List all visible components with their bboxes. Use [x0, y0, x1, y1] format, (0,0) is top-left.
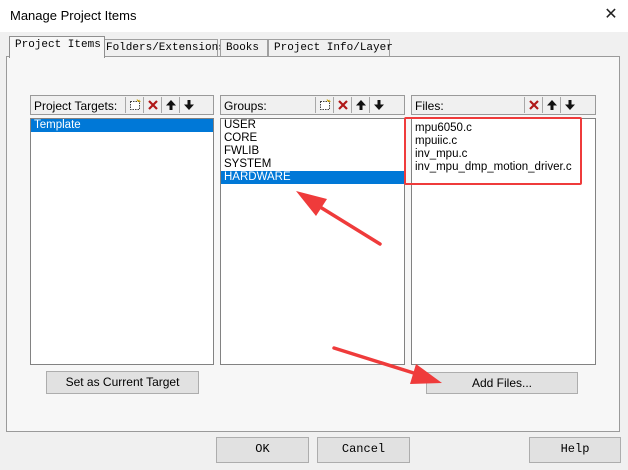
arrow-up-icon — [355, 100, 366, 110]
group-item-hardware[interactable]: HARDWARE — [221, 171, 404, 184]
file-item-mpuiic[interactable]: mpuiic.c — [412, 135, 595, 148]
delete-target-button[interactable] — [143, 97, 161, 113]
new-item-icon — [319, 99, 331, 110]
delete-icon — [147, 100, 158, 110]
delete-file-button[interactable] — [524, 97, 542, 113]
group-item-core[interactable]: CORE — [221, 132, 404, 145]
targets-listbox[interactable]: Template — [30, 118, 214, 365]
delete-icon — [337, 100, 348, 110]
tab-project-info-layer[interactable]: Project Info/Layer — [268, 39, 393, 57]
new-target-button[interactable] — [125, 97, 143, 113]
cancel-button[interactable]: Cancel — [317, 437, 410, 463]
group-item-fwlib[interactable]: FWLIB — [221, 145, 404, 158]
group-item-user[interactable]: USER — [221, 119, 404, 132]
arrow-down-icon — [183, 100, 194, 110]
targets-header: Project Targets: — [30, 95, 214, 115]
groups-listbox[interactable]: USER CORE FWLIB SYSTEM HARDWARE — [220, 118, 405, 365]
targets-label: Project Targets: — [34, 99, 118, 113]
tab-project-items[interactable]: Project Items — [9, 36, 105, 58]
set-current-target-button[interactable]: Set as Current Target — [46, 371, 199, 394]
new-group-button[interactable] — [315, 97, 333, 113]
arrow-down-icon — [373, 100, 384, 110]
files-header: Files: — [411, 95, 596, 115]
ok-button[interactable]: OK — [216, 437, 309, 463]
help-button[interactable]: Help — [529, 437, 621, 463]
move-file-up-button[interactable] — [542, 97, 560, 113]
tab-books[interactable]: Books — [220, 39, 268, 57]
arrow-down-icon — [564, 100, 575, 110]
delete-group-button[interactable] — [333, 97, 351, 113]
files-label: Files: — [415, 99, 444, 113]
move-target-down-button[interactable] — [179, 97, 197, 113]
arrow-up-icon — [546, 100, 557, 110]
tab-folders-extensions[interactable]: Folders/Extensions — [100, 39, 225, 57]
target-item[interactable]: Template — [31, 119, 213, 132]
file-item-inv-mpu-dmp[interactable]: inv_mpu_dmp_motion_driver.c — [412, 161, 595, 174]
groups-label: Groups: — [224, 99, 267, 113]
files-listbox[interactable]: mpu6050.c mpuiic.c inv_mpu.c inv_mpu_dmp… — [411, 118, 596, 365]
move-file-down-button[interactable] — [560, 97, 578, 113]
move-group-down-button[interactable] — [369, 97, 387, 113]
arrow-up-icon — [165, 100, 176, 110]
move-target-up-button[interactable] — [161, 97, 179, 113]
group-item-system[interactable]: SYSTEM — [221, 158, 404, 171]
new-item-icon — [129, 99, 141, 110]
file-item-inv-mpu[interactable]: inv_mpu.c — [412, 148, 595, 161]
window-title: Manage Project Items — [10, 8, 137, 23]
move-group-up-button[interactable] — [351, 97, 369, 113]
file-item-mpu6050[interactable]: mpu6050.c — [412, 122, 595, 135]
delete-icon — [528, 100, 539, 110]
close-icon[interactable]: ✕ — [598, 4, 624, 26]
add-files-button[interactable]: Add Files... — [426, 372, 578, 394]
groups-header: Groups: — [220, 95, 405, 115]
